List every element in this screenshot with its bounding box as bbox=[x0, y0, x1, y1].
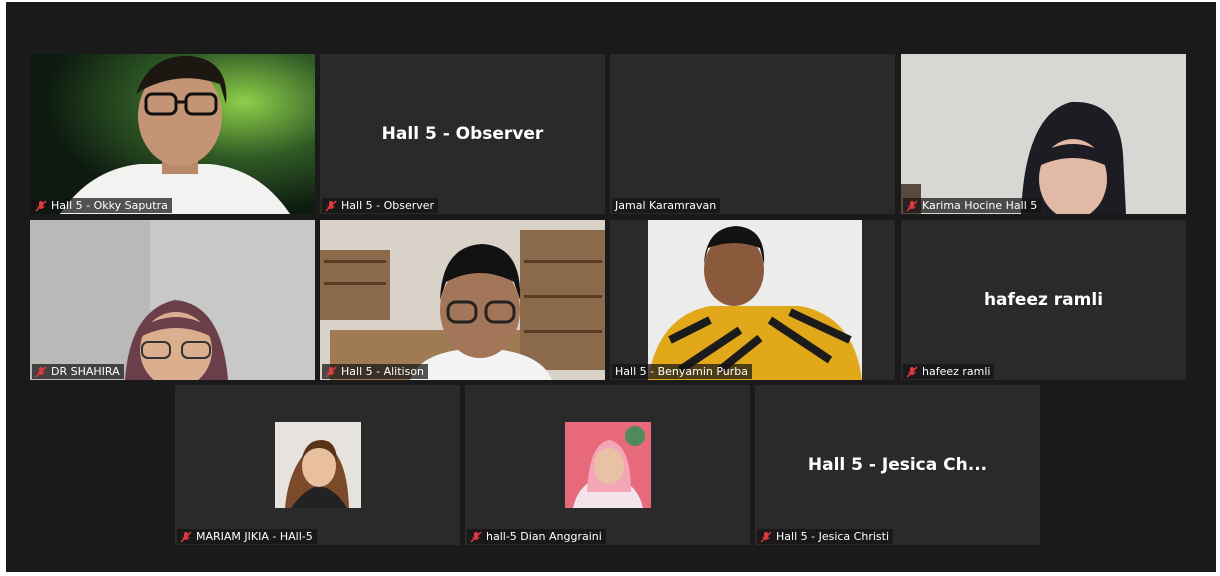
zoom-gallery-view: Hall 5 - Okky Saputra Hall 5 - Observer … bbox=[6, 2, 1216, 572]
participant-tile-dr-shahira[interactable]: DR SHAHIRA bbox=[30, 220, 315, 380]
participant-tile-jesica-christi[interactable]: Hall 5 - Jesica Ch... Hall 5 - Jesica Ch… bbox=[755, 385, 1040, 545]
mic-muted-icon bbox=[325, 199, 337, 212]
participant-name-label: Hall 5 - Alitison bbox=[322, 364, 429, 379]
video-feed bbox=[901, 54, 1186, 214]
participant-name-label: Hall 5 - Observer bbox=[322, 198, 439, 213]
profile-picture bbox=[565, 422, 651, 508]
participant-name: hafeez ramli bbox=[922, 365, 991, 378]
participant-name: Hall 5 - Okky Saputra bbox=[51, 199, 168, 212]
video-feed bbox=[320, 220, 605, 380]
participant-name: Hall 5 - Observer bbox=[341, 199, 435, 212]
participant-name: MARIAM JIKIA - HAll-5 bbox=[196, 530, 313, 543]
participant-name-label: hall-5 Dian Anggraini bbox=[467, 529, 606, 544]
participant-tile-okky-saputra[interactable]: Hall 5 - Okky Saputra bbox=[30, 54, 315, 214]
participant-display-name: hafeez ramli bbox=[983, 290, 1104, 310]
video-feed bbox=[30, 54, 315, 214]
mic-muted-icon bbox=[325, 365, 337, 378]
participant-name-label: Hall 5 - Jesica Christi bbox=[757, 529, 893, 544]
mic-muted-icon bbox=[760, 530, 772, 543]
participant-tile-observer[interactable]: Hall 5 - Observer Hall 5 - Observer bbox=[320, 54, 605, 214]
profile-picture bbox=[275, 422, 361, 508]
mic-muted-icon bbox=[35, 199, 47, 212]
participant-name-label: MARIAM JIKIA - HAll-5 bbox=[177, 529, 317, 544]
participant-name: Hall 5 - Benyamin Purba bbox=[615, 365, 749, 378]
participant-display-name: Hall 5 - Observer bbox=[381, 124, 544, 144]
video-feed bbox=[30, 220, 315, 380]
participant-name: Hall 5 - Jesica Christi bbox=[776, 530, 889, 543]
mic-muted-icon bbox=[470, 530, 482, 543]
participant-name-label: Hall 5 - Benyamin Purba bbox=[612, 364, 753, 379]
participant-name: Jamal Karamravan bbox=[615, 199, 717, 212]
participant-tile-alitison[interactable]: Hall 5 - Alitison bbox=[320, 220, 605, 380]
participant-name-label: Karima Hocine Hall 5 bbox=[903, 198, 1042, 213]
participant-tile-benyamin-purba[interactable]: Hall 5 - Benyamin Purba bbox=[610, 220, 895, 380]
participant-name: Hall 5 - Alitison bbox=[341, 365, 425, 378]
participant-name-label: hafeez ramli bbox=[903, 364, 995, 379]
participant-name-label: Hall 5 - Okky Saputra bbox=[32, 198, 172, 213]
participant-name: hall-5 Dian Anggraini bbox=[486, 530, 602, 543]
mic-muted-icon bbox=[180, 530, 192, 543]
mic-muted-icon bbox=[35, 365, 47, 378]
participant-tile-mariam-jikia[interactable]: MARIAM JIKIA - HAll-5 bbox=[175, 385, 460, 545]
mic-muted-icon bbox=[906, 365, 918, 378]
participant-tile-karima-hocine[interactable]: Karima Hocine Hall 5 bbox=[901, 54, 1186, 214]
mic-muted-icon bbox=[906, 199, 918, 212]
participant-name-label: Jamal Karamravan bbox=[612, 198, 721, 213]
participant-name: DR SHAHIRA bbox=[51, 365, 120, 378]
participant-tile-dian-anggraini[interactable]: hall-5 Dian Anggraini bbox=[465, 385, 750, 545]
participant-display-name: Hall 5 - Jesica Ch... bbox=[807, 455, 988, 475]
participant-name-label: DR SHAHIRA bbox=[32, 364, 124, 379]
video-feed bbox=[610, 220, 895, 380]
participant-tile-jamal-karamravan[interactable]: Jamal Karamravan bbox=[610, 54, 895, 214]
participant-tile-hafeez-ramli[interactable]: hafeez ramli hafeez ramli bbox=[901, 220, 1186, 380]
participant-name: Karima Hocine Hall 5 bbox=[922, 199, 1038, 212]
